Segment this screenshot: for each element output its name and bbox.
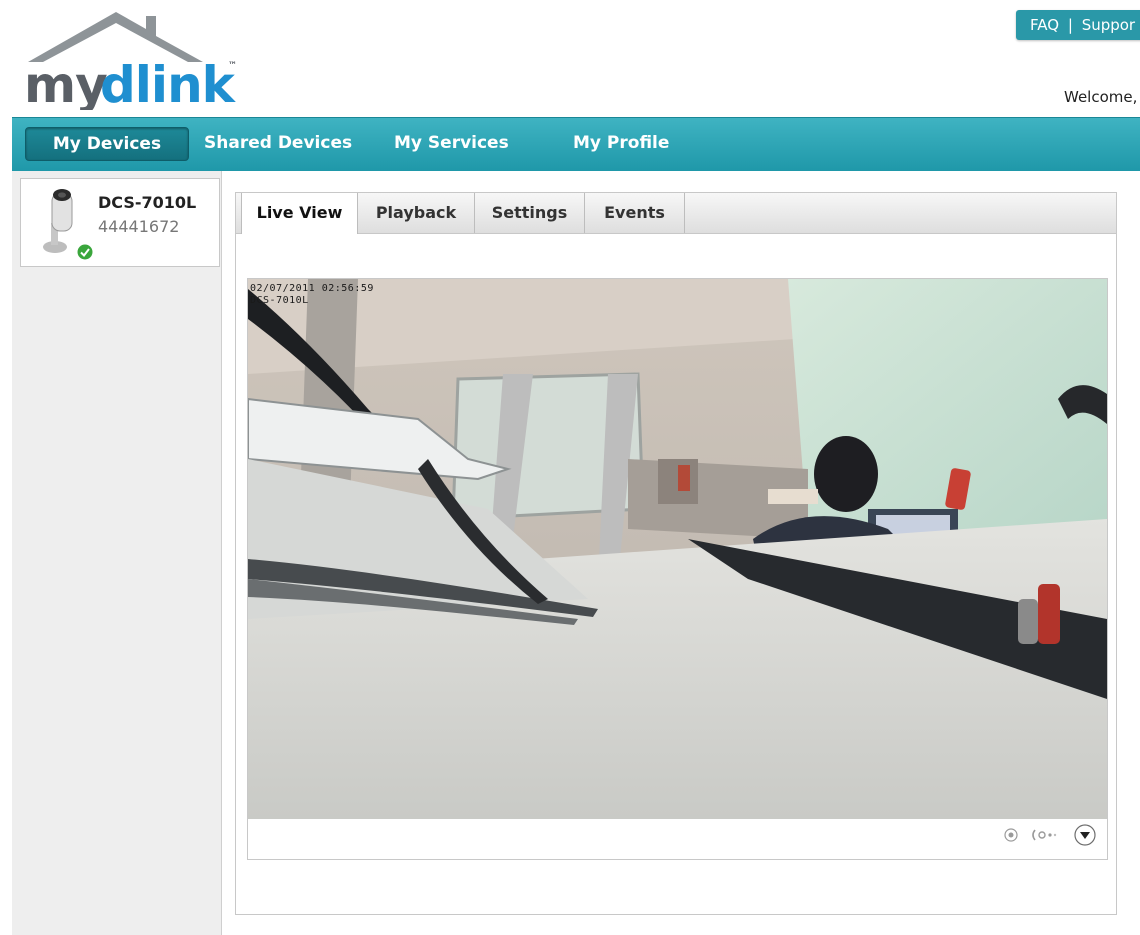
faq-link[interactable]: FAQ xyxy=(1030,16,1059,34)
device-name: DCS-7010L xyxy=(98,193,197,212)
nav-my-devices[interactable]: My Devices xyxy=(25,127,189,161)
mydlink-logo[interactable]: my dlink ™ xyxy=(22,10,252,110)
audio-icon[interactable] xyxy=(1031,828,1057,842)
osd-timestamp: 02/07/2011 02:56:59 xyxy=(250,283,374,294)
tab-playback[interactable]: Playback xyxy=(358,193,475,233)
video-osd: 02/07/2011 02:56:59 DCS-7010L xyxy=(250,283,374,307)
device-item[interactable]: DCS-7010L 44441672 xyxy=(20,178,220,267)
main-nav: My Devices Shared Devices My Services My… xyxy=(12,117,1140,171)
welcome-text: Welcome, xyxy=(1064,88,1138,106)
check-icon xyxy=(77,244,93,260)
osd-camera-name: DCS-7010L xyxy=(250,295,309,306)
svg-text:™: ™ xyxy=(228,61,237,71)
nav-my-profile[interactable]: My Profile xyxy=(573,127,669,159)
separator: | xyxy=(1067,16,1073,34)
device-sidebar: DCS-7010L 44441672 xyxy=(12,171,222,935)
live-video-feed[interactable] xyxy=(248,279,1107,819)
nav-shared-devices[interactable]: Shared Devices xyxy=(204,127,352,159)
device-id: 44441672 xyxy=(98,217,180,236)
nav-my-services[interactable]: My Services xyxy=(394,127,509,159)
record-icon[interactable] xyxy=(1004,828,1018,842)
svg-text:dlink: dlink xyxy=(100,56,237,110)
tab-events[interactable]: Events xyxy=(585,193,685,233)
help-links-bar: FAQ | Suppor xyxy=(1016,10,1140,40)
tab-live-view[interactable]: Live View xyxy=(241,193,358,234)
svg-text:my: my xyxy=(24,56,107,110)
tab-strip: Live View Playback Settings Events xyxy=(236,193,1116,234)
expand-down-icon[interactable] xyxy=(1074,824,1096,846)
live-viewer: 02/07/2011 02:56:59 DCS-7010L xyxy=(247,278,1108,860)
tab-settings[interactable]: Settings xyxy=(475,193,585,233)
support-link[interactable]: Suppor xyxy=(1082,16,1135,34)
device-panel: Live View Playback Settings Events 02/07… xyxy=(235,192,1117,915)
